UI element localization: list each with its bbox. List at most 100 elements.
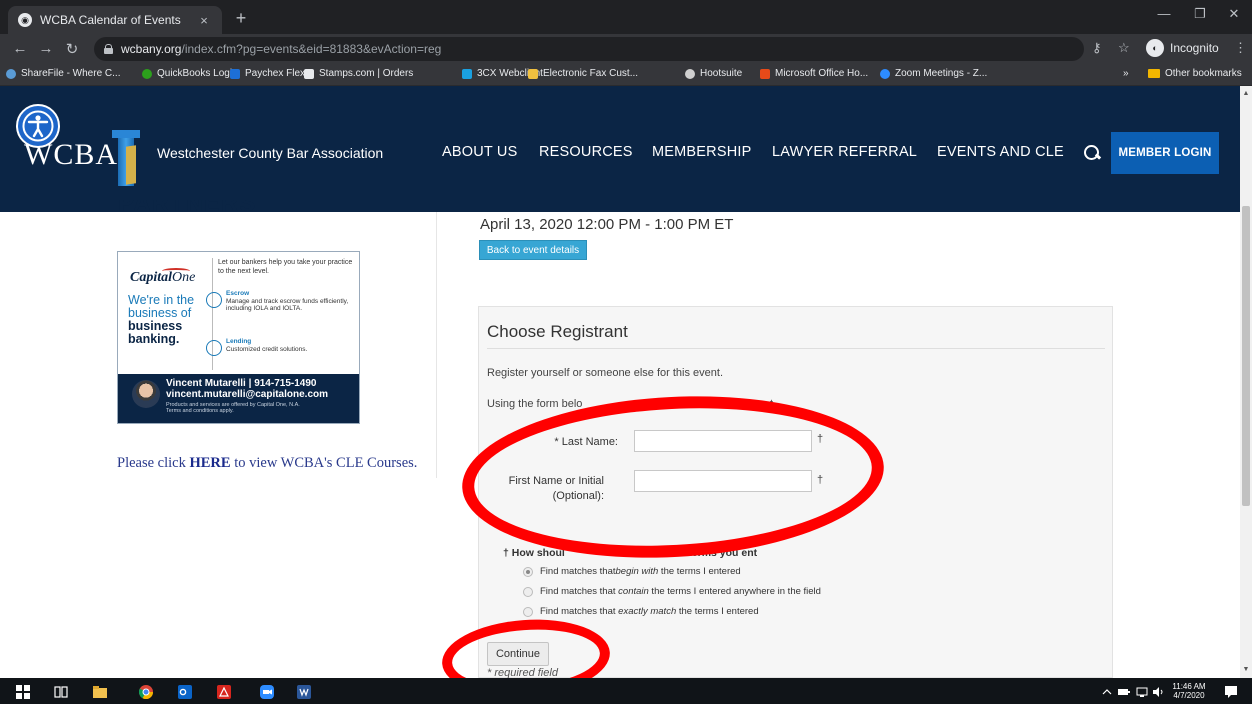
bookmark-office[interactable]: Microsoft Office Ho... bbox=[760, 68, 868, 79]
bookmark-paychex[interactable]: Paychex Flex bbox=[230, 68, 305, 79]
clock[interactable]: 11:46 AM 4/7/2020 bbox=[1164, 682, 1214, 700]
lock-icon bbox=[104, 44, 113, 54]
globe-icon: ◉ bbox=[18, 13, 32, 27]
clock-time: 11:46 AM bbox=[1172, 682, 1206, 691]
bookmark-efax[interactable]: Electronic Fax Cust... bbox=[528, 68, 638, 79]
ad-contact-name: Vincent Mutarelli | 914-715-1490 bbox=[166, 378, 317, 389]
match-title-part: the search terms you ent bbox=[632, 547, 758, 559]
ad-fine-line: Terms and conditions apply. bbox=[166, 408, 234, 414]
key-icon[interactable]: ⚷ bbox=[1092, 40, 1102, 56]
swoosh-icon bbox=[162, 268, 190, 274]
scroll-thumb[interactable] bbox=[1242, 206, 1250, 506]
option-text: Find matches that bbox=[540, 586, 619, 597]
incognito-label: Incognito bbox=[1170, 41, 1219, 55]
ad-feature-escrow: Escrow Manage and track escrow funds eff… bbox=[206, 290, 356, 313]
task-view-icon[interactable] bbox=[54, 685, 68, 699]
chevron-up-icon[interactable] bbox=[1102, 687, 1112, 697]
browser-tab[interactable]: ◉ WCBA Calendar of Events × bbox=[8, 6, 222, 34]
scroll-up-icon[interactable]: ▲ bbox=[1240, 90, 1252, 100]
cle-here-link[interactable]: HERE bbox=[189, 455, 230, 471]
nav-events-and-cle[interactable]: EVENTS AND CLE bbox=[937, 144, 1064, 160]
match-option-contain[interactable]: Find matches that contain the terms I en… bbox=[523, 586, 821, 597]
bookmarks-bar: ShareFile - Where C... QuickBooks Login … bbox=[0, 64, 1252, 86]
page-scrollbar[interactable]: ▲ ▼ bbox=[1240, 86, 1252, 678]
url-path: /index.cfm?pg=events&eid=81883&evAction=… bbox=[181, 42, 442, 56]
notifications-icon[interactable] bbox=[1224, 685, 1238, 699]
bookmark-stamps[interactable]: Stamps.com | Orders bbox=[304, 68, 413, 79]
radio-button[interactable] bbox=[523, 566, 533, 577]
search-icon[interactable] bbox=[1084, 145, 1100, 161]
new-tab-button[interactable]: + bbox=[230, 8, 252, 29]
acrobat-icon[interactable] bbox=[217, 685, 231, 699]
outlook-icon[interactable] bbox=[178, 685, 192, 699]
bookmark-zoom[interactable]: Zoom Meetings - Z... bbox=[880, 68, 987, 79]
word-icon[interactable] bbox=[297, 685, 311, 699]
first-name-label-line: (Optional): bbox=[552, 490, 604, 502]
ad-fine-print: Products and services are offered by Cap… bbox=[166, 402, 300, 414]
back-to-event-details-button[interactable]: Back to event details bbox=[479, 240, 587, 260]
bookmark-quickbooks[interactable]: QuickBooks Login bbox=[142, 68, 238, 79]
match-option-begin-with[interactable]: Find matches that begin with the terms I… bbox=[523, 566, 741, 577]
radio-button[interactable] bbox=[523, 586, 533, 597]
cle-text-pre: Please click bbox=[117, 455, 186, 471]
bookmark-sharefile[interactable]: ShareFile - Where C... bbox=[6, 68, 120, 79]
battery-icon[interactable] bbox=[1118, 687, 1130, 697]
column-divider bbox=[436, 212, 437, 478]
match-option-exactly-match[interactable]: Find matches that exactly match the term… bbox=[523, 606, 759, 617]
option-text: Find matches that bbox=[540, 606, 619, 617]
scroll-down-icon[interactable]: ▼ bbox=[1240, 666, 1252, 676]
nav-membership[interactable]: MEMBERSHIP bbox=[652, 144, 752, 160]
accessibility-icon[interactable] bbox=[16, 104, 60, 148]
ad-feature-text: Manage and track escrow funds efficientl… bbox=[226, 297, 349, 313]
3cx-icon bbox=[462, 68, 472, 79]
event-date: April 13, 2020 12:00 PM - 1:00 PM ET bbox=[480, 216, 734, 233]
escrow-icon bbox=[206, 292, 222, 308]
member-login-button[interactable]: MEMBER LOGIN bbox=[1111, 132, 1219, 174]
nav-about-us[interactable]: ABOUT US bbox=[442, 144, 517, 160]
minimize-icon[interactable]: — bbox=[1144, 6, 1184, 21]
bookmark-hootsuite[interactable]: Hootsuite bbox=[685, 68, 742, 79]
first-name-input[interactable] bbox=[634, 470, 812, 492]
nav-lawyer-referral[interactable]: LAWYER REFERRAL bbox=[772, 144, 917, 160]
volume-icon[interactable] bbox=[1152, 686, 1164, 698]
match-title-part: † How shoul bbox=[503, 547, 565, 559]
menu-icon[interactable]: ⋮ bbox=[1234, 40, 1247, 56]
dagger-mark: † bbox=[817, 433, 824, 445]
ad-feature-lending: Lending Customized credit solutions. bbox=[206, 338, 356, 356]
incognito-icon: ◐ bbox=[1146, 39, 1164, 57]
lending-icon bbox=[206, 340, 222, 356]
dagger-mark: † bbox=[817, 474, 824, 486]
zoom-icon bbox=[880, 68, 890, 79]
screen: ◉ WCBA Calendar of Events × + — ❐ ✕ ← → … bbox=[0, 0, 1252, 704]
reload-icon[interactable]: ↻ bbox=[62, 40, 82, 58]
bookmarks-overflow[interactable]: » bbox=[1123, 68, 1129, 79]
ad-tagline: Let our bankers help you take your pract… bbox=[218, 259, 353, 275]
tab-title: WCBA Calendar of Events bbox=[40, 13, 181, 27]
zoom-app-icon[interactable] bbox=[260, 685, 274, 699]
windows-start-icon[interactable] bbox=[16, 685, 30, 699]
org-name[interactable]: Westchester County Bar Association bbox=[157, 145, 383, 161]
back-arrow-icon[interactable]: ← bbox=[10, 40, 30, 57]
registration-intro: Register yourself or someone else for th… bbox=[487, 367, 724, 379]
chrome-icon[interactable] bbox=[139, 685, 153, 699]
stamps-icon bbox=[304, 68, 314, 79]
incognito-badge[interactable]: ◐ Incognito bbox=[1146, 39, 1219, 57]
other-bookmarks[interactable]: Other bookmarks bbox=[1148, 68, 1242, 79]
panel-divider bbox=[487, 348, 1105, 349]
capital-one-ad[interactable]: CapitalOne Let our bankers help you take… bbox=[117, 251, 360, 424]
window-close-icon[interactable]: ✕ bbox=[1214, 6, 1252, 22]
radio-button[interactable] bbox=[523, 606, 533, 617]
file-explorer-icon[interactable] bbox=[93, 685, 107, 699]
forward-arrow-icon[interactable]: → bbox=[36, 40, 56, 57]
last-name-label: * Last Name: bbox=[554, 436, 618, 448]
address-bar[interactable]: wcbany.org /index.cfm?pg=events&eid=8188… bbox=[94, 37, 1084, 61]
option-text: the terms I entered bbox=[676, 606, 759, 617]
clock-date: 4/7/2020 bbox=[1173, 691, 1205, 700]
network-icon[interactable] bbox=[1136, 686, 1148, 698]
last-name-input[interactable] bbox=[634, 430, 812, 452]
star-icon[interactable]: ☆ bbox=[1118, 40, 1130, 56]
continue-button[interactable]: Continue bbox=[487, 642, 549, 666]
nav-resources[interactable]: RESOURCES bbox=[539, 144, 633, 160]
close-icon[interactable]: × bbox=[196, 13, 212, 28]
ad-contact: Vincent Mutarelli | 914-715-1490 vincent… bbox=[166, 378, 328, 400]
